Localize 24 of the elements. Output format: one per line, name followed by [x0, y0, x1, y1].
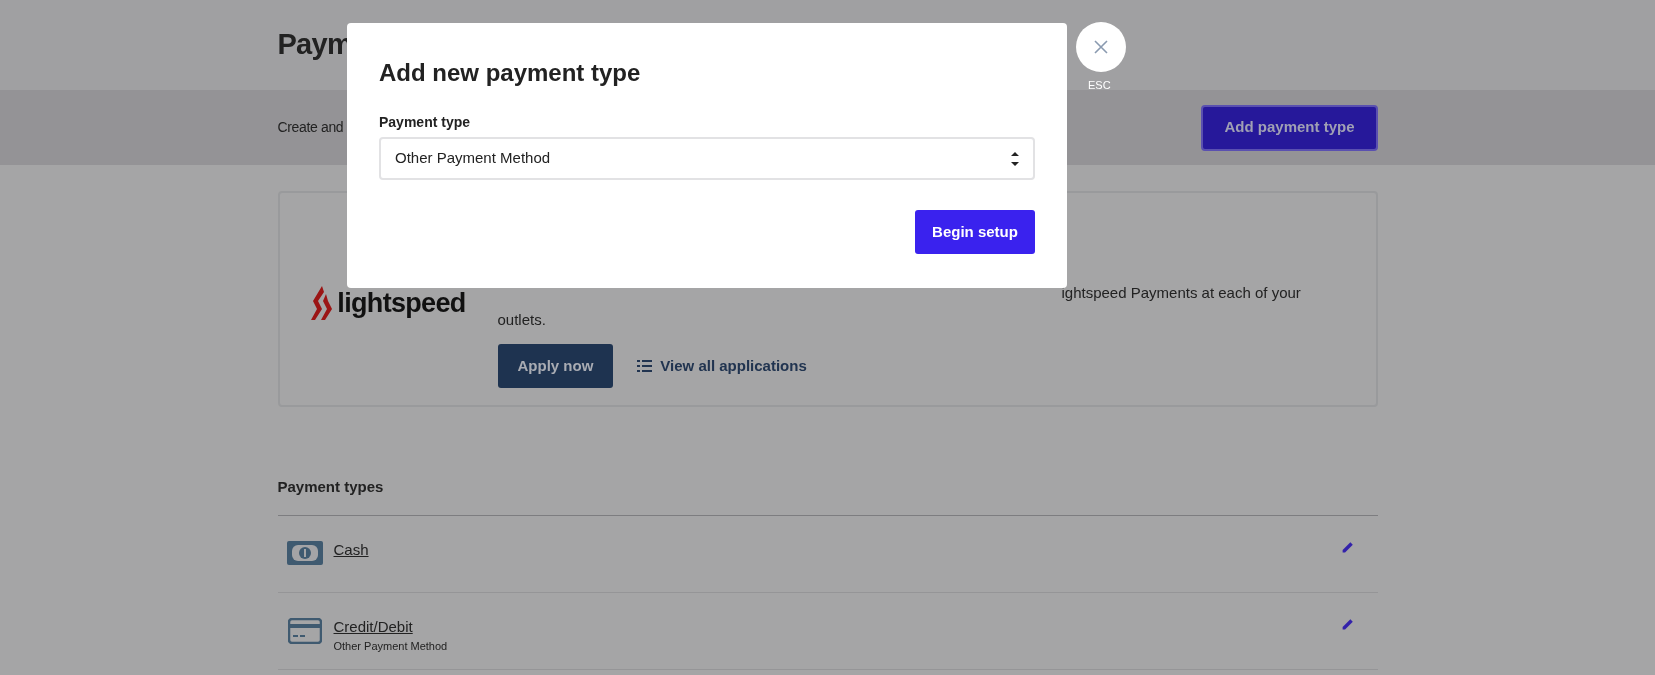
payment-type-link[interactable]: Credit/Debit — [333, 615, 413, 638]
page-description: Create and — [277, 118, 344, 137]
payment-type-link[interactable]: Cash — [333, 538, 369, 561]
add-payment-type-button[interactable]: Add payment type — [1201, 104, 1378, 151]
apply-now-button[interactable]: Apply now — [497, 344, 614, 388]
close-icon — [1094, 40, 1108, 54]
begin-setup-button[interactable]: Begin setup — [915, 210, 1035, 254]
list-icon — [637, 360, 653, 372]
promo-description: outlets. — [497, 309, 547, 330]
pencil-icon[interactable] — [1340, 617, 1354, 631]
modal-title: Add new payment type — [379, 58, 641, 88]
promo-description: ightspeed Payments at each of your — [1061, 283, 1301, 303]
view-applications-link[interactable]: View all applications — [637, 354, 807, 378]
credit-card-icon — [287, 617, 322, 644]
section-heading: Payment types — [277, 476, 1378, 516]
payment-type-select[interactable]: Other Payment Method — [379, 137, 1035, 180]
payment-type-subtitle: Other Payment Method — [333, 639, 448, 654]
field-label: Payment type — [379, 113, 471, 132]
logo-text: lightspeed — [337, 286, 466, 320]
flame-icon — [311, 286, 334, 320]
esc-hint: ESC — [1088, 78, 1111, 93]
sort-arrows-icon — [1011, 151, 1019, 166]
pencil-icon[interactable] — [1340, 540, 1354, 554]
banknote-icon — [286, 540, 323, 565]
